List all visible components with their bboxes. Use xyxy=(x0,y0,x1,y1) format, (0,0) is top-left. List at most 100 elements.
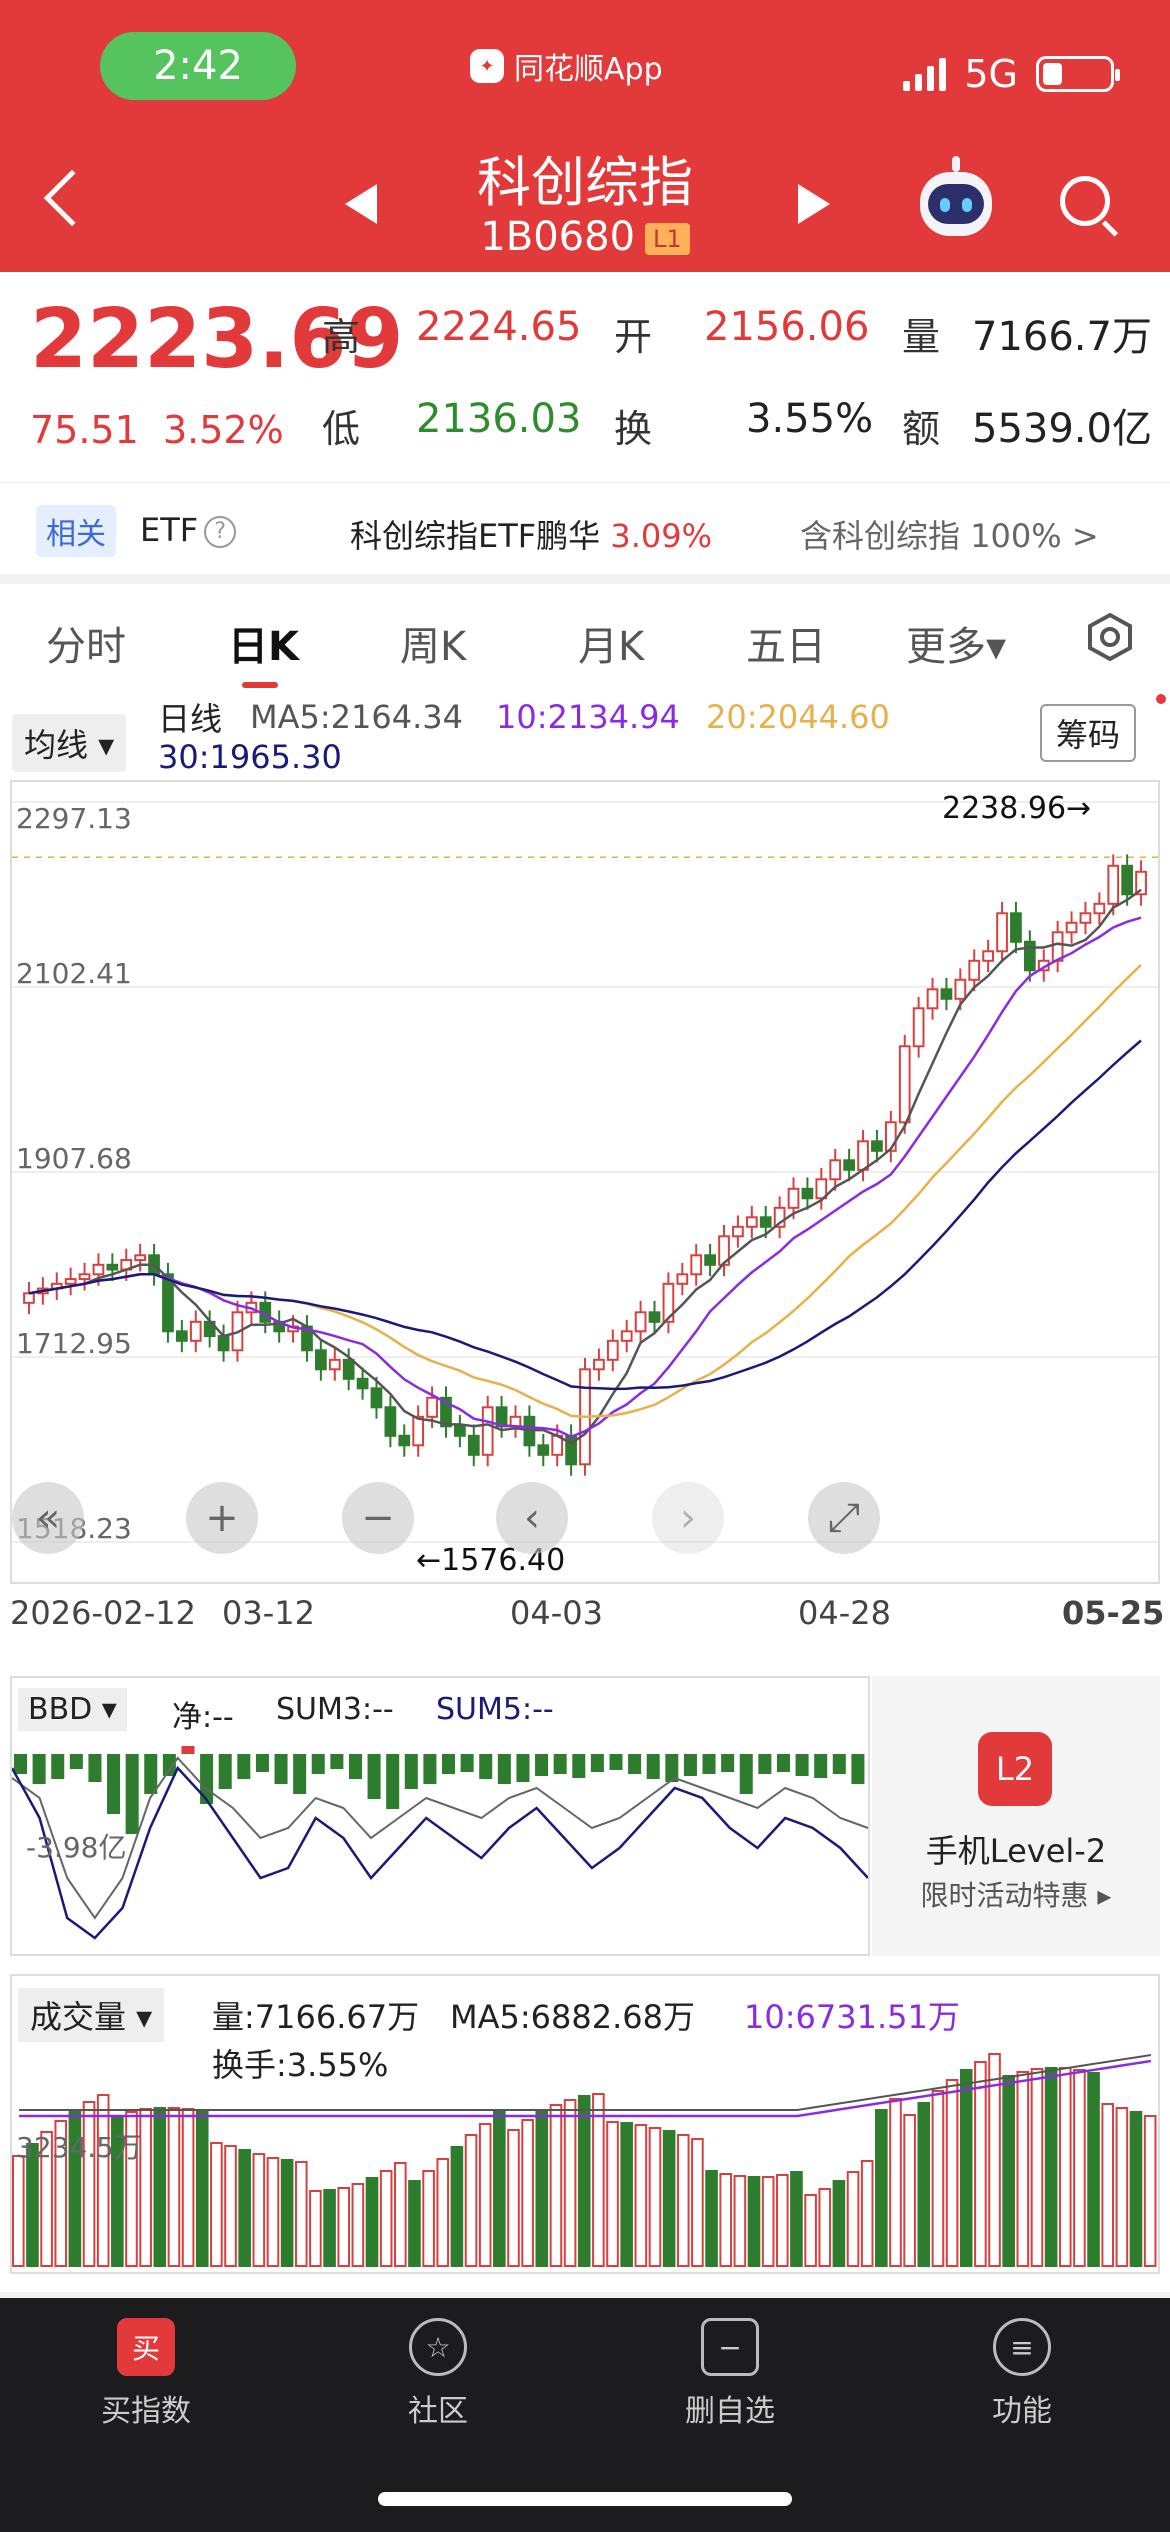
network-type: 5G xyxy=(964,52,1018,96)
tab-intraday[interactable]: 分时 xyxy=(46,614,126,672)
chip-distribution-button[interactable]: 筹码 xyxy=(1040,704,1137,762)
volume-bar xyxy=(959,2069,973,2267)
price-change: 75.51 3.52% xyxy=(30,408,284,452)
tab-weekly-k[interactable]: 周K xyxy=(400,614,466,672)
kline-chart-panel: 均线 ▾ 日线 MA5:2164.34 10:2134.94 20:2044.6… xyxy=(0,694,1170,1662)
rewind-icon[interactable]: « xyxy=(12,1482,84,1554)
etf-fund[interactable]: 科创综指ETF鹏华 3.09% xyxy=(350,511,712,557)
volume-bar xyxy=(167,2107,181,2267)
candle-body xyxy=(1107,864,1120,905)
volume-bar xyxy=(252,2153,266,2267)
y-tick-label: 1712.95 xyxy=(16,1327,132,1360)
related-etf-row[interactable]: 相关 ETF? 科创综指ETF鹏华 3.09% 含科创综指 100% > xyxy=(0,482,1170,574)
volume-bar xyxy=(521,2119,534,2267)
bbd-bar xyxy=(442,1754,456,1774)
candle-body xyxy=(857,1140,869,1171)
x-tick-0: 2026-02-12 xyxy=(10,1594,196,1632)
scroll-right-icon[interactable]: › xyxy=(652,1482,724,1554)
bbd-selector[interactable]: BBD ▾ xyxy=(18,1688,127,1731)
chart-area[interactable]: 2297.132102.411907.681712.951518.232238.… xyxy=(10,780,1160,1584)
candle-body xyxy=(912,1007,925,1048)
volume-bar xyxy=(691,2138,704,2267)
bbd-chart[interactable]: BBD ▾ 净:-- SUM3:-- SUM5:-- -3.98亿 xyxy=(10,1676,870,1956)
x-tick-1: 03-12 xyxy=(222,1594,315,1632)
zoom-in-icon[interactable]: + xyxy=(186,1482,258,1554)
volume-bar xyxy=(351,2183,365,2267)
home-indicator[interactable] xyxy=(378,2492,792,2506)
volume-chart[interactable]: 成交量 ▾ 量:7166.67万 MA5:6882.68万 10:6731.51… xyxy=(10,1974,1160,2274)
bbd-bar xyxy=(88,1754,102,1782)
app-logo-icon: ✦ xyxy=(470,49,504,83)
candle-body xyxy=(634,1311,647,1333)
tab-five-day[interactable]: 五日 xyxy=(746,614,826,672)
ma-selector[interactable]: 均线 ▾ xyxy=(12,714,127,772)
volume-current: 量:7166.67万 xyxy=(212,1998,420,2036)
candle-body xyxy=(537,1444,550,1456)
bbd-bar xyxy=(702,1754,716,1774)
volume-bar xyxy=(662,2130,676,2267)
volume-bar xyxy=(648,2127,662,2267)
candle-body xyxy=(315,1349,327,1371)
candle-body xyxy=(134,1254,147,1262)
open-value: 2156.06 xyxy=(704,304,870,350)
bbd-bar xyxy=(404,1754,418,1789)
quote-panel: 2223.69 75.51 3.52% 高 2224.65 开 2156.06 … xyxy=(0,272,1170,482)
y-tick-label: 2297.13 xyxy=(16,802,132,835)
bbd-bar xyxy=(683,1754,697,1776)
volume-bar xyxy=(719,2173,733,2267)
notification-dot xyxy=(1156,694,1166,704)
bbd-bar xyxy=(107,1754,121,1814)
volume-selector[interactable]: 成交量 ▾ xyxy=(18,1988,165,2042)
candle-body xyxy=(898,1045,911,1124)
volume-bar xyxy=(478,2123,492,2267)
tab-monthly-k[interactable]: 月K xyxy=(578,614,644,672)
info-icon[interactable]: ? xyxy=(204,516,237,548)
amount-label: 额 xyxy=(902,407,941,451)
nav-buy-index[interactable]: 买 买指数 xyxy=(46,2318,246,2430)
nav-community[interactable]: ☆ 社区 xyxy=(338,2318,538,2430)
candle-body xyxy=(620,1330,633,1342)
community-icon: ☆ xyxy=(409,2318,467,2376)
page-title: 科创综指 xyxy=(477,151,693,214)
zoom-out-icon[interactable]: − xyxy=(342,1482,414,1554)
volume-bar xyxy=(634,2124,648,2267)
bbd-axis-label: -3.98亿 xyxy=(26,1831,127,1864)
bbd-bar xyxy=(460,1754,474,1772)
candle-body xyxy=(982,950,995,962)
tab-more[interactable]: 更多▾ xyxy=(906,614,1006,672)
volume-bar xyxy=(1115,2107,1129,2267)
volume-bar xyxy=(804,2194,817,2267)
bbd-bar xyxy=(237,1754,251,1779)
candle-body xyxy=(732,1225,744,1238)
candle-body xyxy=(370,1387,383,1409)
volume-bar xyxy=(620,2122,633,2267)
etf-fund-change: 3.09% xyxy=(610,517,713,555)
level2-promo[interactable]: L2 手机Level-2 限时活动特惠 ▸ xyxy=(872,1676,1160,1956)
scroll-left-icon[interactable]: ‹ xyxy=(496,1482,568,1554)
candle-body xyxy=(593,1358,605,1371)
ma5-value: MA5:2164.34 xyxy=(250,698,463,736)
tab-indicator xyxy=(242,682,278,688)
settings-hex-icon[interactable] xyxy=(1085,612,1135,662)
robot-assistant-icon[interactable] xyxy=(920,156,992,236)
nav-buy-label: 买指数 xyxy=(101,2394,191,2429)
bbd-bar xyxy=(553,1754,567,1774)
candle-body xyxy=(648,1311,661,1323)
fullscreen-icon[interactable]: ⤢ xyxy=(808,1482,880,1554)
volume-bar xyxy=(592,2093,605,2267)
candle-body xyxy=(78,1273,91,1281)
ma20-value: 20:2044.60 xyxy=(706,698,890,736)
tab-daily-k[interactable]: 日K xyxy=(228,614,299,672)
nav-remove-watchlist[interactable]: − 删自选 xyxy=(630,2318,830,2430)
volume-bar xyxy=(903,2114,916,2267)
volume-bar xyxy=(224,2145,237,2267)
volume-bar xyxy=(507,2129,520,2267)
app-badge[interactable]: ✦ 同花顺App xyxy=(470,44,663,88)
bbd-bar xyxy=(479,1754,493,1779)
x-tick-3: 04-28 xyxy=(798,1594,891,1632)
candle-body xyxy=(342,1358,355,1380)
candle-body xyxy=(606,1339,619,1361)
nav-functions[interactable]: ≡ 功能 xyxy=(922,2318,1122,2430)
search-icon[interactable] xyxy=(1060,176,1110,226)
candle-body xyxy=(690,1254,703,1276)
